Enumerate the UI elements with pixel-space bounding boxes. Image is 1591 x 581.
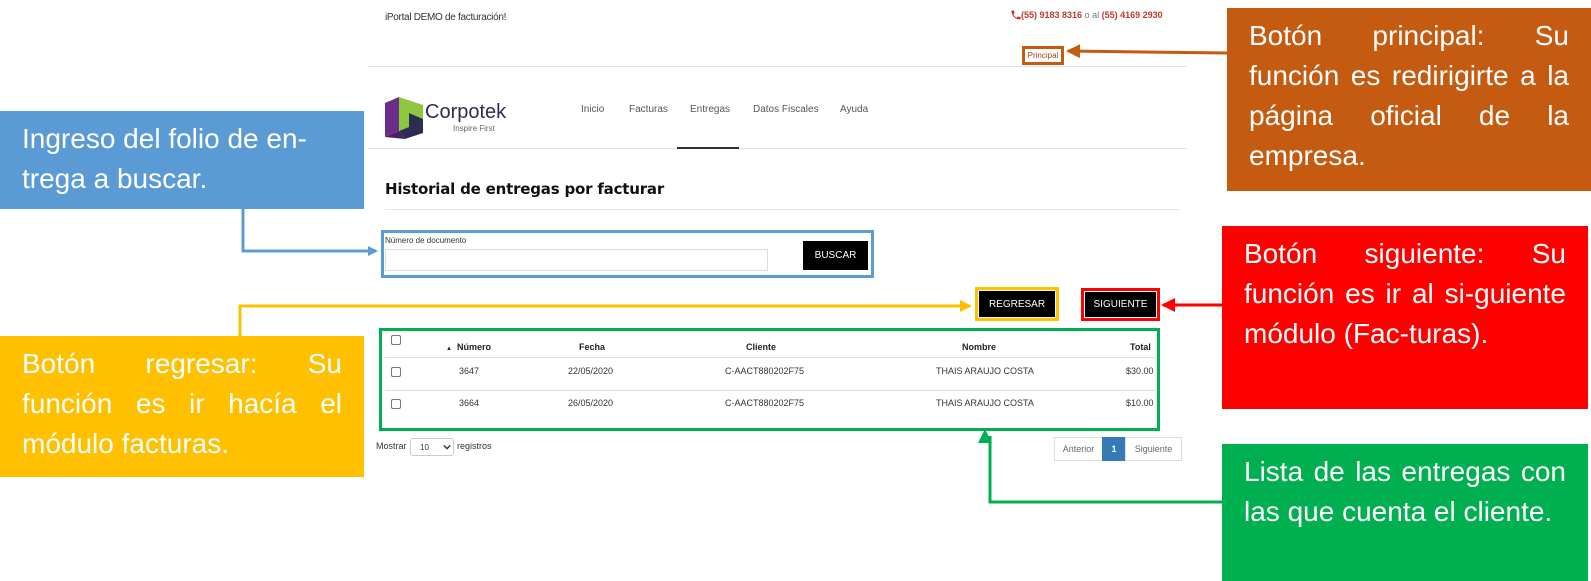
- yellow-connector: [238, 300, 972, 336]
- table-annotation: Lista de las entregas con las que cuenta…: [1222, 444, 1588, 581]
- blue-connector: [241, 209, 378, 256]
- orange-connector: [1066, 44, 1228, 59]
- search-annotation: Ingreso del folio de en-trega a buscar.: [0, 111, 364, 209]
- green-connector: [978, 429, 1222, 504]
- regresar-annotation: Botón regresar: Su función es ir hacía e…: [0, 336, 364, 477]
- principal-annotation: Botón principal: Su función es redirigir…: [1227, 8, 1591, 191]
- siguiente-annotation: Botón siguiente: Su función es ir al si-…: [1222, 226, 1588, 409]
